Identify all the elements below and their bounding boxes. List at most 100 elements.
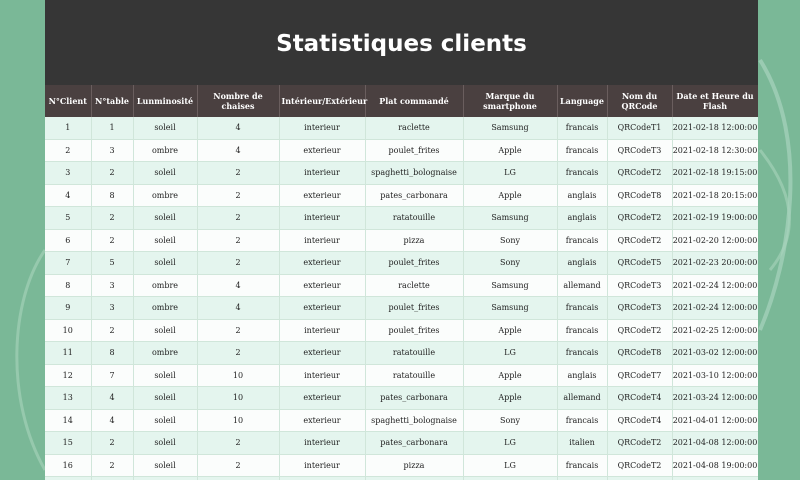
table-cell: Sony [463,251,558,275]
column-header: Intérieur/Extérieur [279,85,367,117]
table-row: 9 3 ombre 4 exterieur poulet_frites Samsung fra… [45,296,758,320]
table-cell: 5 [45,206,92,230]
table-cell: 1 [45,117,92,140]
table-cell: exterieur [279,476,366,480]
table-cell: 2021-02-24 12:00:00 [672,296,758,320]
table-cell: 2021-03-10 12:00:00 [672,364,758,387]
table-cell: allemand [557,274,608,297]
table-cell: 2021-02-18 19:15:00 [672,161,758,185]
table-cell: LG [463,431,558,455]
table-cell: pizza [365,454,464,477]
table-row: 4 8 ombre 2 exterieur pates_carbonara Apple ang… [45,184,758,207]
table-cell: 7 [91,364,134,387]
table-cell: Sony [463,229,558,252]
table-cell: anglais [557,364,608,387]
table-cell: 11 [45,341,92,365]
table-row: 14 4 soleil 10 exterieur spaghetti_bolognaise… [45,409,758,432]
table-cell: 10 [197,386,280,410]
page-title: Statistiques clients [276,30,527,57]
column-header: Marque du smartphone [463,85,558,117]
table-row: 12 7 soleil 10 interieur ratatouille Apple angl… [45,364,758,387]
table-cell: 10 [45,319,92,342]
column-header: Plat commandé [365,85,464,117]
table-cell: 2 [197,161,280,185]
table-row: 7 5 soleil 2 exterieur poulet_frites Sony angla… [45,251,758,275]
table-cell: Apple [463,386,558,410]
table-cell: 2021-02-24 12:00:00 [672,274,758,297]
table-cell: francais [557,319,608,342]
table-row: 10 2 soleil 2 interieur poulet_frites Apple fra… [45,319,758,342]
table-cell: 2021-04-08 12:00:00 [672,431,758,455]
table-cell: Apple [463,139,558,162]
table-cell: 2 [45,139,92,162]
table-cell: LG [463,454,558,477]
table-cell: 3 [91,139,134,162]
table-cell: 5 [91,476,134,480]
table-cell: QRCodeT4 [607,409,673,432]
table-cell: 2021-02-23 20:00:00 [672,251,758,275]
table-cell: spaghetti_bolognaise [365,161,464,185]
table-cell: QRCodeT8 [607,184,673,207]
table-cell: Apple [463,319,558,342]
table-cell: francais [557,476,608,480]
table-cell: 2 [197,184,280,207]
table-cell: pates_carbonara [365,184,464,207]
table-cell: Apple [463,184,558,207]
table-row: 16 2 soleil 2 interieur pizza LG francais QRCode… [45,454,758,477]
column-header: N°table [91,85,134,117]
table-cell: 3 [91,296,134,320]
table-cell: 2 [91,229,134,252]
table-cell: 14 [45,409,92,432]
table-row: 175ombre2exterieurracletteSamsungfrancai… [45,476,758,480]
table-cell: 3 [91,274,134,297]
table-cell: 4 [197,117,280,140]
table-cell: exterieur [279,409,366,432]
table-row: 11 8 ombre 2 exterieur ratatouille LG francais Q… [45,341,758,365]
table-cell: 2021-02-18 20:15:00 [672,184,758,207]
table-cell: 8 [45,274,92,297]
table-cell: ratatouille [365,364,464,387]
table-cell: exterieur [279,139,366,162]
table-cell: 12 [45,364,92,387]
table-cell: Samsung [463,117,558,140]
table-cell: LG [463,161,558,185]
table-cell: 2021-02-18 12:30:00 [672,139,758,162]
table-cell: poulet_frites [365,319,464,342]
table-cell: 5 [91,251,134,275]
column-header: Nombre de chaises [197,85,280,117]
table-cell: QRCodeT1 [607,117,673,140]
table-row: 1 1 soleil 4 interieur raclette Samsung francai… [45,117,758,140]
table-cell: Sony [463,409,558,432]
table-cell: pizza [365,229,464,252]
table-cell: 4 [45,184,92,207]
table-cell: anglais [557,206,608,230]
table-cell: francais [557,161,608,185]
table-row: 15 2 soleil 2 interieur pates_carbonara LG ital… [45,431,758,455]
table-cell: 2 [197,206,280,230]
table-cell: soleil [133,431,198,455]
table-cell: soleil [133,251,198,275]
table-cell: QRCodeT2 [607,206,673,230]
table-cell: 2 [197,476,280,480]
table-cell: 15 [45,431,92,455]
table-cell: 2021-04-09 12:00:00 [672,476,758,480]
table-cell: anglais [557,184,608,207]
table-row: 3 2 soleil 2 interieur spaghetti_bolognaise LG… [45,161,758,185]
table-cell: poulet_frites [365,251,464,275]
table-cell: QRCodeT3 [607,296,673,320]
table-cell: pates_carbonara [365,386,464,410]
table-cell: francais [557,117,608,140]
table-cell: francais [557,229,608,252]
table-cell: poulet_frites [365,296,464,320]
table-cell: 4 [91,386,134,410]
table-cell: 2021-04-08 19:00:00 [672,454,758,477]
table-cell: ombre [133,274,198,297]
table-cell: francais [557,454,608,477]
table-cell: ratatouille [365,341,464,365]
table-cell: 13 [45,386,92,410]
table-cell: 2021-03-24 12:00:00 [672,386,758,410]
table-cell: soleil [133,454,198,477]
table-cell: anglais [557,251,608,275]
column-header: Lunminosité [133,85,198,117]
table-cell: 9 [45,296,92,320]
